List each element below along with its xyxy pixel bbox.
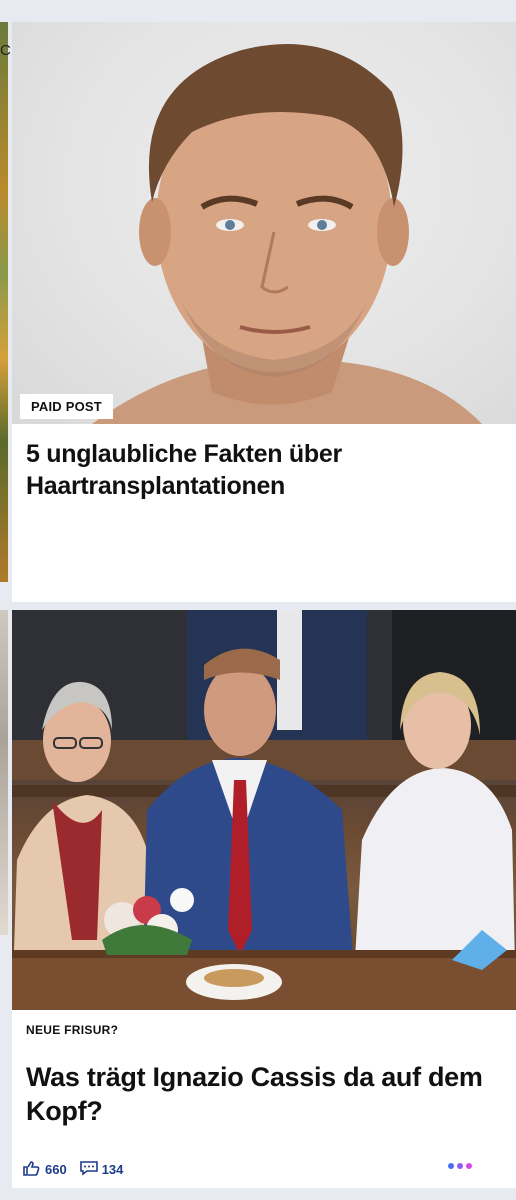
reaction-icon (22, 1160, 45, 1179)
adjacent-card-letter: C (0, 42, 11, 59)
more-options-icon[interactable] (445, 1163, 472, 1169)
article-headline[interactable]: Was trägt Ignazio Cassis da auf dem Kopf… (26, 1060, 502, 1128)
more-dot (466, 1163, 472, 1169)
paid-post-card[interactable]: PAID POST 5 unglaubliche Fakten über Haa… (12, 22, 516, 602)
comments-count: 134 (101, 1162, 124, 1177)
comments-button[interactable]: 134 (79, 1160, 124, 1179)
article-kicker: NEUE FRISUR? (26, 1023, 119, 1037)
more-dot (448, 1163, 454, 1169)
news-article-card[interactable]: NEUE FRISUR? Was trägt Ignazio Cassis da… (12, 610, 516, 1188)
portrait-photo[interactable] (12, 22, 516, 424)
article-headline[interactable]: 5 unglaubliche Fakten über Haartransplan… (26, 438, 502, 502)
paid-post-badge: PAID POST (20, 394, 113, 419)
more-dot (457, 1163, 463, 1169)
article-stats: 660 134 (22, 1160, 135, 1179)
adjacent-card-image-top[interactable] (0, 22, 8, 582)
comment-icon (79, 1160, 102, 1179)
likes-button[interactable]: 660 (22, 1160, 67, 1179)
article-photo[interactable] (12, 610, 516, 1010)
likes-count: 660 (45, 1162, 67, 1177)
adjacent-card-image-bottom[interactable] (0, 610, 8, 935)
